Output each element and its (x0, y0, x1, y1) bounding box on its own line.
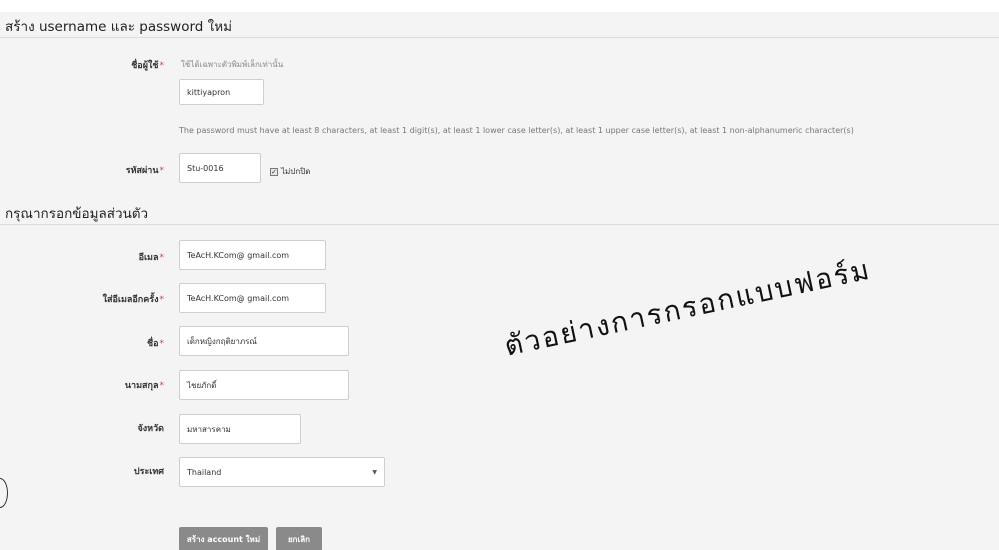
required-marker: * (159, 295, 165, 305)
email-again-label: ใส่อีเมลอีกครั้ง* (44, 292, 164, 306)
username-label: ชื่อผู้ใช้* (44, 58, 164, 72)
divider (0, 37, 999, 38)
country-select-value: Thailand (187, 467, 222, 477)
city-label: จังหวัด (44, 421, 165, 435)
username-hint: ใช้ได้เฉพาะตัวพิมพ์เล็กเท่านั้น (181, 60, 284, 69)
password-input[interactable]: Stu-0016 (179, 153, 261, 183)
decorative-arc (0, 478, 8, 508)
password-label: รหัสผ่าน* (44, 163, 164, 177)
username-input[interactable]: kittiyapron (179, 79, 264, 105)
divider (0, 224, 999, 225)
section-title-account: สร้าง username และ password ใหม่ (5, 19, 233, 35)
annotation-text: ตัวอย่างการกรอกแบบฟอร์ม (501, 252, 874, 363)
chevron-down-icon: ▼ (372, 469, 377, 476)
firstname-label-text: ชื่อ (146, 339, 159, 349)
email-again-input[interactable]: TeAcH.KCom@ gmail.com (179, 283, 326, 313)
username-label-text: ชื่อผู้ใช้ (131, 61, 159, 71)
firstname-label: ชื่อ* (44, 336, 164, 350)
password-rule-text: The password must have at least 8 charac… (179, 126, 854, 135)
lastname-input[interactable]: ไชยภักดิ์ (179, 370, 349, 400)
required-marker: * (159, 61, 165, 71)
required-marker: * (159, 253, 165, 263)
cancel-button[interactable]: ยกเลิก (276, 527, 322, 550)
unmask-checkbox[interactable]: ✓ ไม่ปกปิด (270, 165, 311, 178)
email-label-text: อีเมล (138, 253, 159, 263)
country-select[interactable]: Thailand ▼ (179, 457, 385, 487)
unmask-label: ไม่ปกปิด (281, 167, 311, 176)
lastname-label: นามสกุล* (44, 378, 164, 392)
lastname-label-text: นามสกุล (124, 381, 159, 391)
country-label-text: ประเทศ (133, 467, 164, 477)
city-input[interactable]: มหาสารคาม (179, 414, 301, 444)
country-label: ประเทศ (44, 464, 164, 478)
email-input[interactable]: TeAcH.KCom@ gmail.com (179, 240, 326, 270)
firstname-input[interactable]: เด็กหญิงกฤติยาภรณ์ (179, 326, 349, 356)
required-marker: * (159, 339, 165, 349)
create-account-button[interactable]: สร้าง account ใหม่ (179, 527, 268, 550)
required-marker: * (159, 381, 165, 391)
checkbox-check-icon[interactable]: ✓ (270, 167, 278, 176)
top-bar (0, 0, 999, 12)
email-again-label-text: ใส่อีเมลอีกครั้ง (102, 295, 159, 305)
section-title-personal: กรุณากรอกข้อมูลส่วนตัว (5, 206, 149, 222)
email-label: อีเมล* (44, 250, 164, 264)
required-marker: * (159, 166, 165, 176)
password-label-text: รหัสผ่าน (125, 166, 159, 176)
city-label-text: จังหวัด (137, 424, 165, 434)
